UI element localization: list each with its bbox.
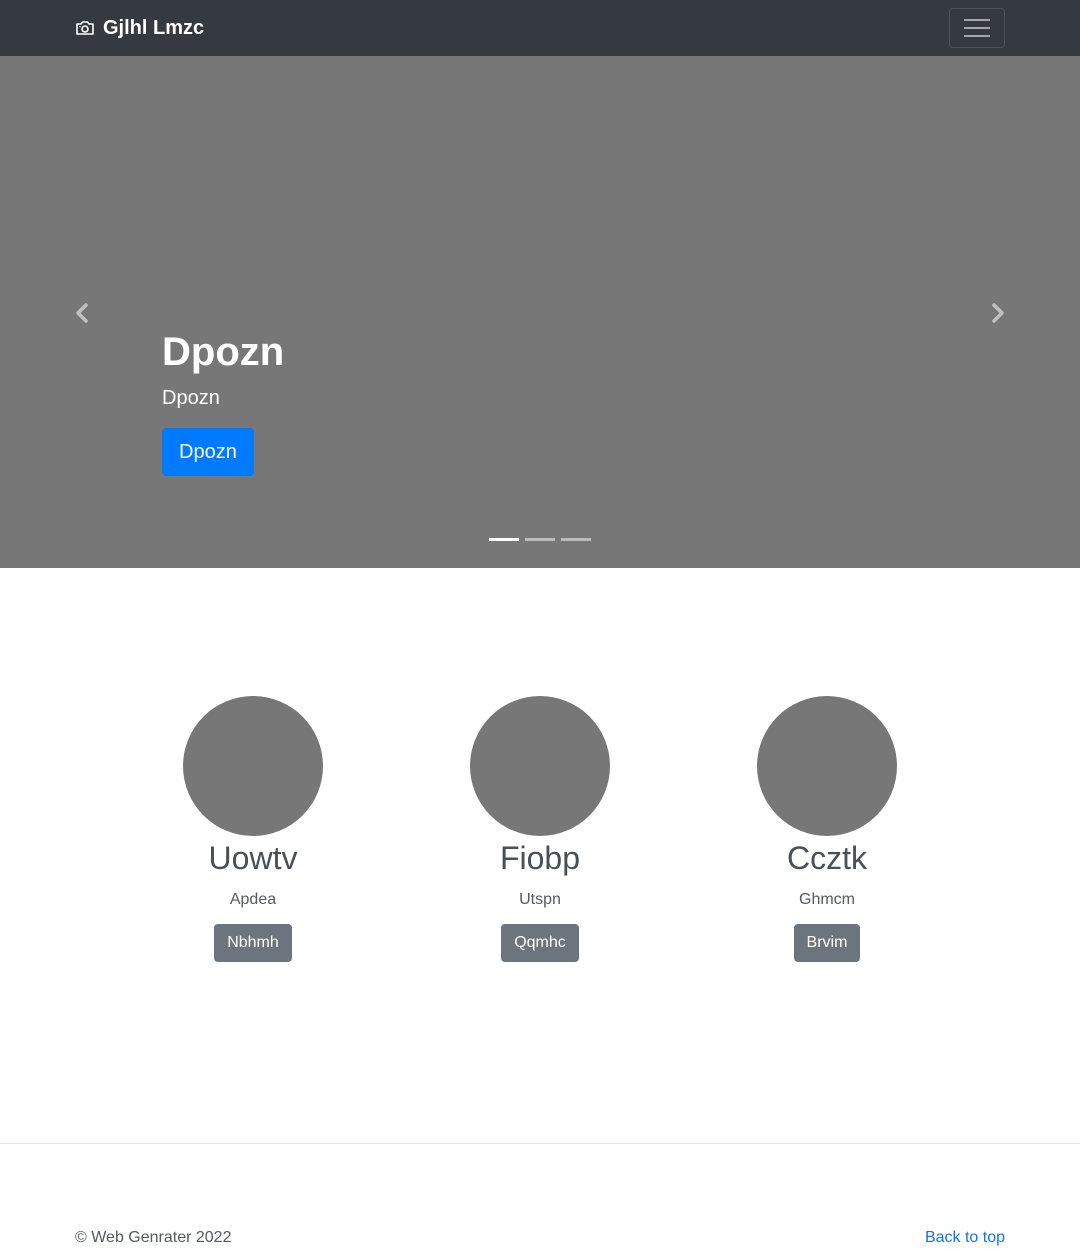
carousel-indicator-1[interactable] (489, 538, 519, 541)
chevron-right-icon (992, 303, 1004, 323)
hero-carousel: Dpozn Dpozn Dpozn (0, 56, 1080, 568)
feature-subtitle: Utspn (519, 891, 561, 908)
feature-button[interactable]: Nbhmh (214, 924, 292, 962)
feature-image-placeholder (470, 696, 610, 836)
feature-image-placeholder (757, 696, 897, 836)
carousel-indicator-3[interactable] (561, 538, 591, 541)
feature-subtitle: Ghmcm (799, 891, 855, 908)
carousel-text: Dpozn (162, 387, 220, 409)
feature-title: Ccztk (787, 840, 867, 876)
feature-image-placeholder (183, 696, 323, 836)
feature-title: Fiobp (499, 840, 581, 876)
carousel-cta-button[interactable]: Dpozn (162, 428, 254, 476)
feature-subtitle: Apdea (229, 891, 277, 908)
carousel-next-button[interactable] (978, 294, 1018, 334)
feature-button[interactable]: Qqmhc (501, 924, 579, 962)
brand-name: Gjlhl Lmzc (103, 17, 205, 39)
feature-column: Ccztk Ghmcm Brvim (707, 696, 947, 962)
hamburger-menu-icon (964, 19, 990, 37)
carousel-heading: Dpozn (162, 330, 285, 374)
feature-column: Uowtv Apdea Nbhmh (133, 696, 373, 962)
carousel-indicators (489, 538, 597, 541)
footer-copyright: © Web Genrater 2022 (75, 1229, 232, 1246)
carousel-indicator-2[interactable] (525, 538, 555, 541)
navbar-toggler-button[interactable] (949, 8, 1005, 48)
feature-column: Fiobp Utspn Qqmhc (420, 696, 660, 962)
brand-link[interactable]: Gjlhl Lmzc (75, 16, 204, 40)
feature-button[interactable]: Brvim (793, 924, 861, 962)
carousel-caption: Dpozn Dpozn Dpozn (162, 328, 284, 476)
carousel-prev-button[interactable] (62, 294, 102, 334)
back-to-top-link[interactable]: Back to top (925, 1227, 1005, 1249)
chevron-left-icon (76, 303, 88, 323)
camera-icon (76, 21, 94, 35)
navbar: Gjlhl Lmzc (0, 0, 1080, 56)
feature-title: Uowtv (208, 840, 298, 876)
footer-divider (0, 1143, 1080, 1144)
